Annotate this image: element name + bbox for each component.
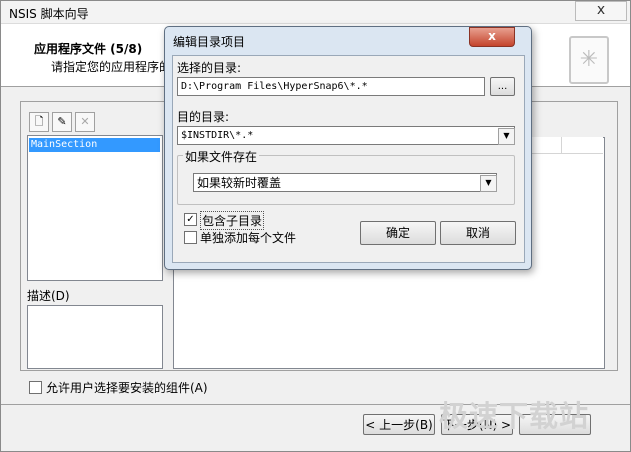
exists-group-label: 如果文件存在 (183, 148, 260, 165)
column-divider[interactable] (561, 137, 562, 153)
edit-icon[interactable]: ✎ (52, 112, 72, 132)
target-dir-combo[interactable]: $INSTDIR\*.* (177, 126, 515, 145)
list-item[interactable]: MainSection (29, 138, 160, 152)
target-dir-label: 目的目录: (177, 110, 230, 124)
window-close-button[interactable]: x (575, 1, 627, 21)
window-title: NSIS 脚本向导 (9, 7, 89, 21)
cancel-button[interactable]: 取消 (440, 221, 516, 245)
ok-button[interactable]: 确定 (360, 221, 436, 245)
dialog-close-button[interactable]: x (469, 27, 515, 47)
include-subdirs-checkbox[interactable]: ✓ (184, 213, 197, 226)
description-label: 描述(D) (27, 289, 70, 303)
section-list[interactable]: MainSection (27, 135, 163, 281)
title-bar: NSIS 脚本向导 x (1, 1, 630, 24)
page-subtitle: 请指定您的应用程序的 (51, 60, 172, 74)
chevron-down-icon[interactable]: ▼ (498, 128, 515, 145)
add-each-checkbox[interactable] (184, 231, 197, 244)
dialog-body: 选择的目录: D:\Program Files\HyperSnap6\*.* .… (172, 55, 525, 263)
add-each-label: 单独添加每个文件 (200, 231, 297, 245)
allow-select-checkbox[interactable] (29, 381, 42, 394)
browse-button[interactable]: ... (490, 77, 515, 96)
target-dir-value: $INSTDIR\*.* (181, 130, 254, 141)
include-subdirs-label: 包含子目录 (200, 211, 265, 230)
main-window: NSIS 脚本向导 x 应用程序文件 (5/8) 请指定您的应用程序的 ✳ 🗋 … (0, 0, 631, 452)
allow-select-label: 允许用户选择要安装的组件(A) (46, 381, 208, 395)
close-icon: x (488, 29, 496, 43)
exists-combo[interactable]: 如果较新时覆盖 (193, 173, 497, 192)
delete-x-icon[interactable]: ✕ (75, 112, 95, 132)
dialog-title: 编辑目录项目 (173, 35, 246, 49)
new-page-icon[interactable]: 🗋 (29, 112, 49, 132)
back-button[interactable]: < 上一步(B) (363, 414, 435, 435)
page-title: 应用程序文件 (5/8) (34, 42, 143, 56)
watermark: 极速下载站 (439, 399, 590, 433)
exists-value: 如果较新时覆盖 (197, 176, 282, 190)
document-icon: ✳ (569, 36, 609, 84)
chevron-down-icon[interactable]: ▼ (480, 175, 497, 192)
source-dir-label: 选择的目录: (177, 61, 242, 75)
close-icon: x (596, 2, 606, 18)
source-dir-input[interactable]: D:\Program Files\HyperSnap6\*.* (177, 77, 485, 96)
edit-directory-dialog: 编辑目录项目 x 选择的目录: D:\Program Files\HyperSn… (164, 26, 532, 270)
description-box (27, 305, 163, 369)
